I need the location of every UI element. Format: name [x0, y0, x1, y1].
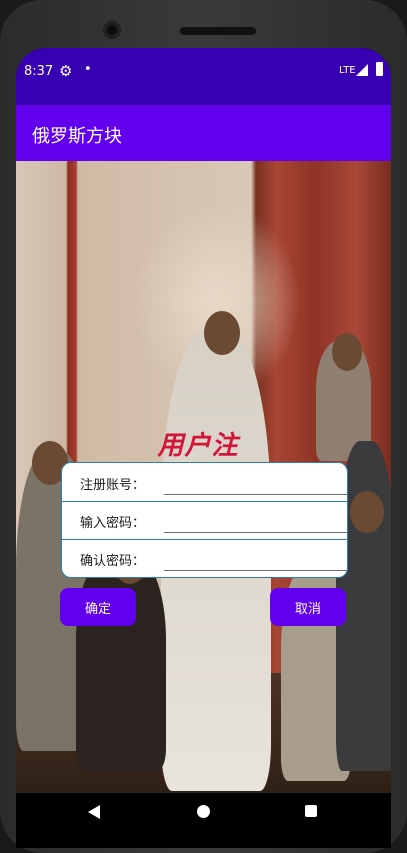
battery-icon [376, 62, 383, 76]
phone-frame: 8:37 ⚙ • LTE 俄罗斯方块 用户注册 [0, 0, 407, 853]
home-icon[interactable] [197, 805, 210, 818]
password-row: 输入密码： [62, 501, 347, 540]
account-row: 注册账号： [62, 463, 347, 502]
back-icon[interactable] [88, 805, 100, 819]
recent-apps-icon[interactable] [305, 805, 317, 817]
status-time: 8:37 [24, 64, 54, 79]
register-screen: 用户注册 注册账号： 输入密码： 确认密码： 确定 取消 [16, 161, 391, 793]
notification-dot-icon: • [84, 62, 92, 77]
status-bar: 8:37 ⚙ • LTE [16, 48, 391, 105]
earpiece-speaker [180, 27, 256, 35]
confirm-password-input[interactable] [164, 545, 347, 571]
account-label: 注册账号： [80, 478, 146, 493]
register-form: 注册账号： 输入密码： 确认密码： [61, 462, 348, 578]
app-title: 俄罗斯方块 [32, 126, 122, 147]
register-title: 用户注册 [157, 431, 239, 498]
signal-icon [356, 64, 368, 76]
background-head [332, 333, 362, 371]
app-toolbar: 俄罗斯方块 [16, 105, 391, 161]
front-camera [103, 21, 121, 39]
cancel-button[interactable]: 取消 [270, 588, 346, 626]
screen-bottom-bezel [16, 828, 391, 848]
background-figure [76, 551, 166, 771]
screen: 8:37 ⚙ • LTE 俄罗斯方块 用户注册 [16, 48, 391, 828]
confirm-button[interactable]: 确定 [60, 588, 136, 626]
confirm-password-label: 确认密码： [80, 554, 146, 569]
password-input[interactable] [164, 507, 347, 533]
account-input[interactable] [164, 469, 347, 495]
navigation-bar [16, 793, 391, 828]
password-label: 输入密码： [80, 516, 146, 531]
background-head [204, 311, 240, 355]
settings-gear-icon: ⚙ [59, 62, 73, 80]
network-type: LTE [339, 65, 356, 76]
background-head [350, 491, 384, 533]
confirm-password-row: 确认密码： [62, 539, 347, 577]
